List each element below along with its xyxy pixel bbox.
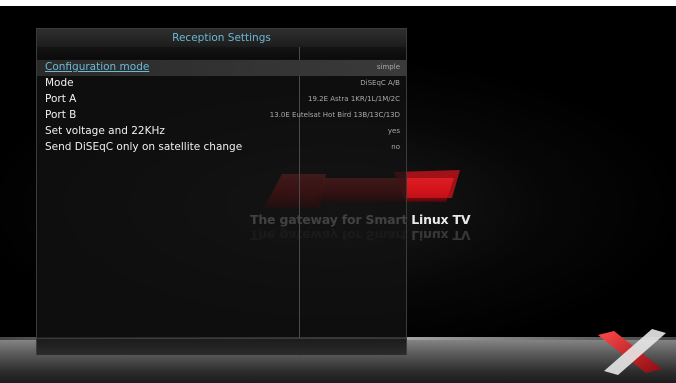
setting-row-voltage-22khz[interactable]: Set voltage and 22KHz yes [37, 124, 406, 140]
reception-settings-window: Reception Settings Configuration mode si… [36, 28, 407, 356]
setting-row-port-a[interactable]: Port A 19.2E Astra 1KR/1L/1M/2C [37, 92, 406, 108]
setting-label: Set voltage and 22KHz [45, 125, 165, 137]
settings-list: Configuration mode simple Mode DiSEqC A/… [37, 60, 406, 156]
setting-label: Mode [45, 77, 74, 89]
x-logo-icon [598, 329, 666, 375]
setting-value[interactable]: yes [388, 127, 400, 135]
setting-row-mode[interactable]: Mode DiSEqC A/B [37, 76, 406, 92]
window-title: Reception Settings [37, 29, 406, 48]
window-footer [37, 338, 406, 355]
setting-value[interactable]: DiSEqC A/B [360, 79, 400, 87]
setting-row-port-b[interactable]: Port B 13.0E Eutelsat Hot Bird 13B/13C/1… [37, 108, 406, 124]
setting-value[interactable]: 19.2E Astra 1KR/1L/1M/2C [308, 95, 400, 103]
setting-label: Configuration mode [45, 61, 150, 73]
header-separator [37, 47, 406, 59]
setting-label: Send DiSEqC only on satellite change [45, 141, 243, 153]
setting-label: Port B [45, 109, 77, 121]
setting-row-diseqc-change[interactable]: Send DiSEqC only on satellite change no [37, 140, 406, 156]
setting-value[interactable]: no [391, 143, 400, 151]
setting-label: Port A [45, 93, 77, 105]
setting-value[interactable]: simple [377, 63, 400, 71]
setting-row-configuration-mode[interactable]: Configuration mode simple [37, 60, 406, 76]
setting-value[interactable]: 13.0E Eutelsat Hot Bird 13B/13C/13D [270, 111, 400, 119]
